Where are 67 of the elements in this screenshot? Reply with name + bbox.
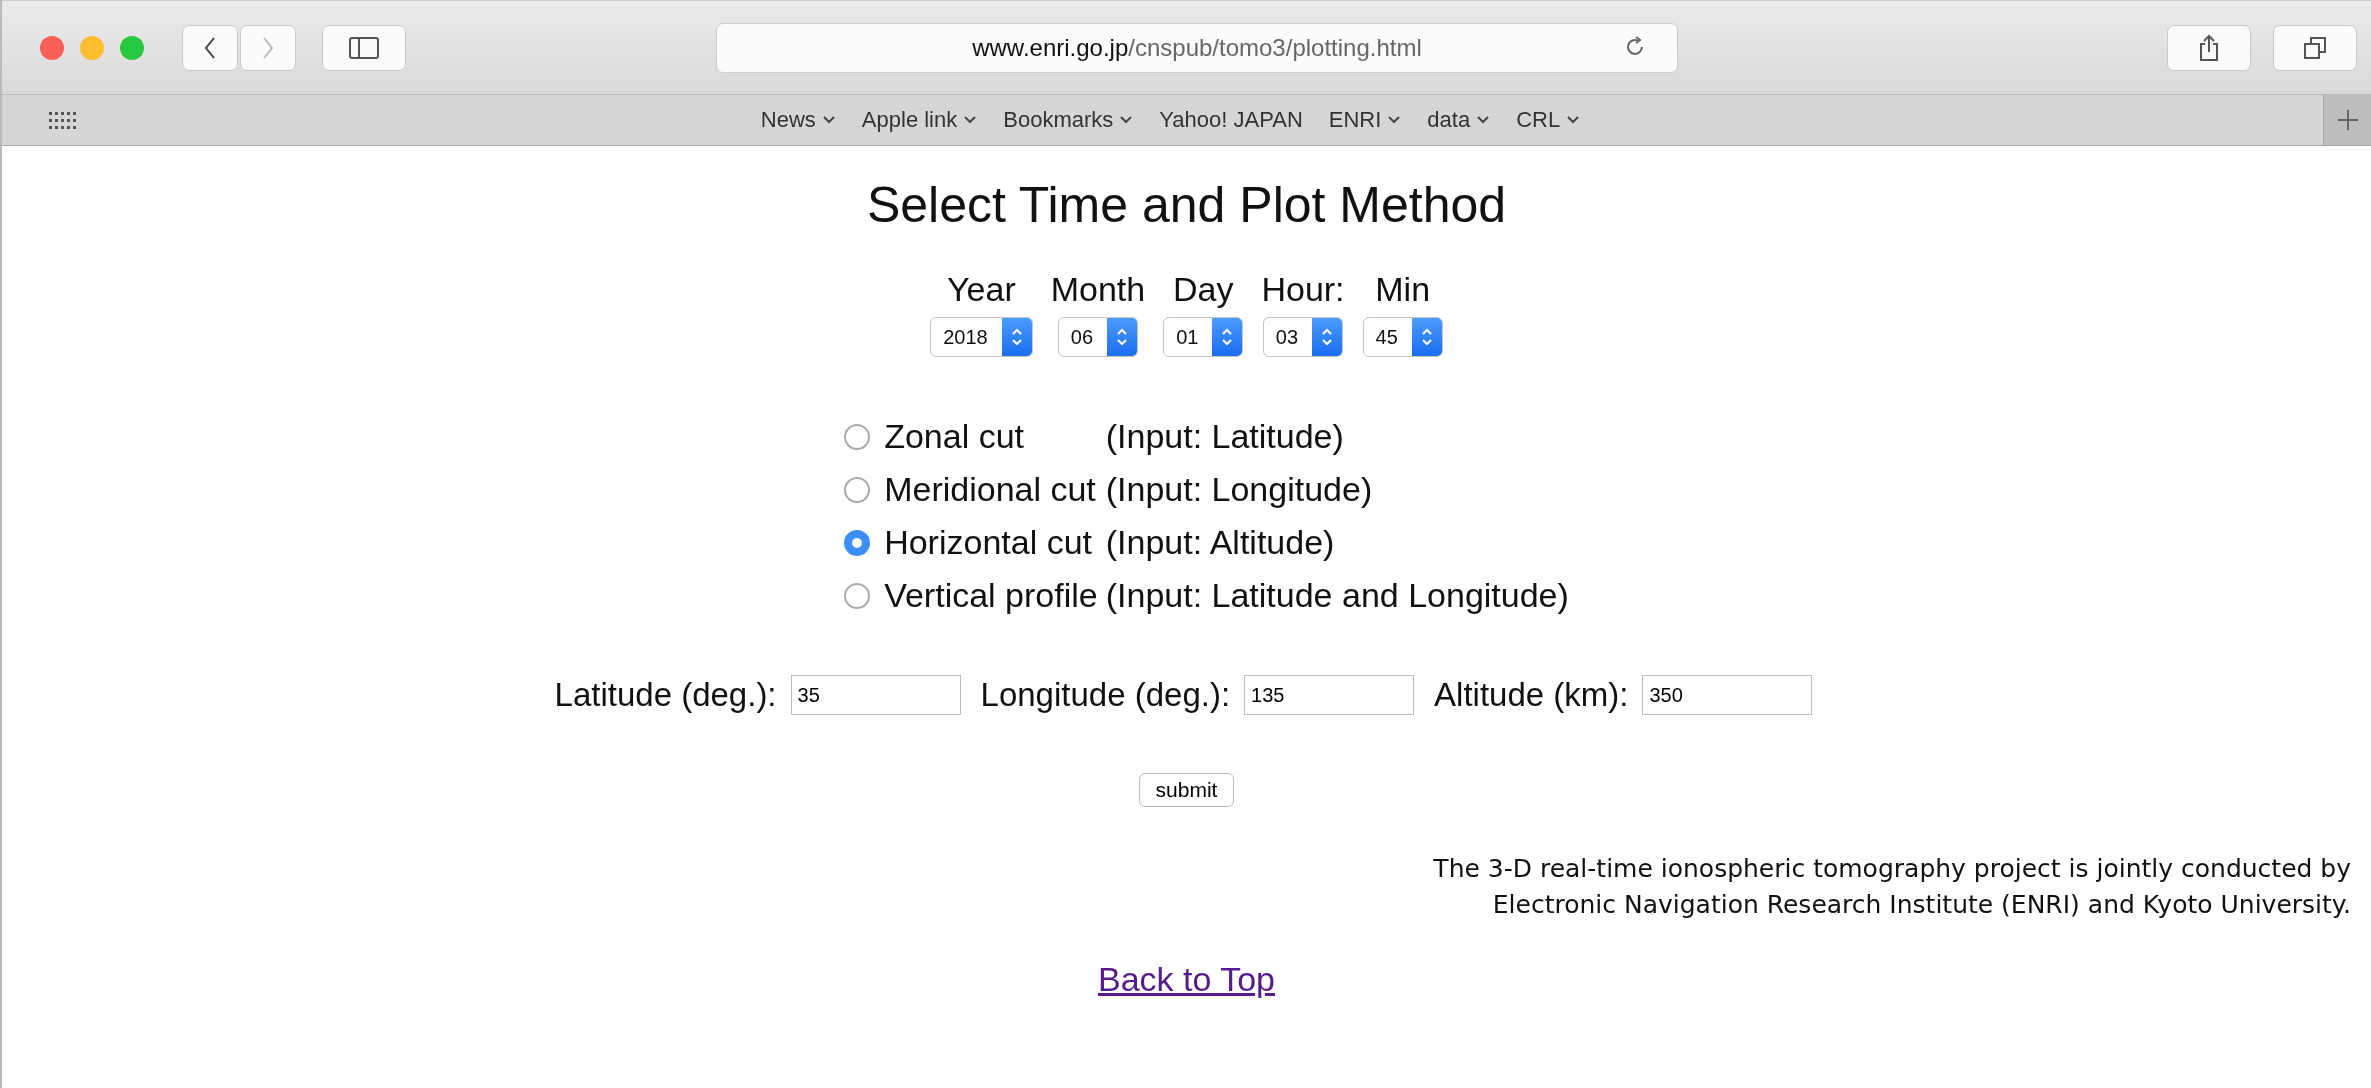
field-label: Longitude (deg.): (980, 676, 1231, 714)
chevron-down-icon (963, 115, 978, 125)
stepper-arrows-icon (1320, 326, 1335, 348)
method-note: (Input: Altitude) (1105, 523, 1336, 562)
sidebar-button[interactable] (322, 24, 406, 71)
address-field[interactable]: www.enri.go.jp/cnspub/tomo3/plotting.html (716, 22, 1678, 73)
stepper-arrows-icon (1220, 326, 1235, 348)
field-label: Latitude (deg.): (554, 676, 777, 714)
radio-button[interactable] (844, 529, 871, 556)
plus-icon (2336, 109, 2359, 131)
bookmark-item[interactable]: data (1425, 107, 1493, 133)
chevron-down-icon (1476, 115, 1491, 125)
field-label: Altitude (km): (1434, 676, 1629, 714)
dropdown[interactable]: 01 (1163, 317, 1244, 357)
radio-button[interactable] (844, 476, 871, 503)
input-field[interactable]: 35 (790, 675, 961, 715)
chevron-down-icon (1387, 115, 1402, 125)
dropdown[interactable]: 06 (1057, 317, 1139, 357)
chevron-down-icon (821, 115, 836, 125)
time-label: Year (947, 270, 1016, 309)
zoom-button[interactable] (120, 35, 144, 60)
share-button[interactable] (2167, 24, 2251, 71)
new-tab-button[interactable] (2323, 95, 2371, 145)
chevron-left-icon (203, 35, 217, 60)
back-button[interactable] (182, 24, 238, 71)
chevron-down-icon (1119, 115, 1134, 125)
submit-button[interactable]: submit (1138, 773, 1235, 807)
stepper-arrows-icon (1419, 326, 1434, 348)
chevron-down-icon (1566, 115, 1581, 125)
time-label: Day (1173, 270, 1234, 309)
share-icon (2198, 33, 2220, 62)
stepper-arrows-icon (1009, 326, 1024, 348)
radio-button[interactable] (844, 423, 871, 450)
method-label: Zonal cut (884, 417, 1025, 456)
bookmark-item[interactable]: CRL (1514, 107, 1583, 133)
back-to-top-link[interactable]: Back to Top (1097, 959, 1275, 999)
time-label: Min (1375, 270, 1431, 309)
method-note: (Input: Latitude) (1105, 417, 1345, 456)
tabs-icon (2303, 35, 2327, 60)
sidebar-icon (349, 36, 379, 59)
bookmark-item[interactable]: News (758, 107, 838, 133)
credit-text: The 3-D real-time ionospheric tomography project is jointly conducted by Electronic Navigation Research Institute (ENRI) and Kyoto University. (1433, 853, 2351, 922)
bookmark-item[interactable]: Bookmarks (1001, 107, 1136, 133)
close-button[interactable] (40, 35, 64, 60)
bookmark-item[interactable]: Yahoo! JAPAN (1157, 107, 1305, 133)
dropdown[interactable]: 45 (1362, 317, 1443, 357)
method-label: Meridional cut (884, 470, 1097, 509)
method-label: Vertical profile (884, 576, 1098, 615)
input-field[interactable]: 350 (1642, 675, 1813, 715)
time-label: Month (1050, 270, 1146, 309)
stepper-arrows-icon (1115, 326, 1130, 348)
method-label: Horizontal cut (884, 523, 1094, 562)
dropdown[interactable]: 03 (1262, 317, 1344, 357)
bookmark-item[interactable]: ENRI (1326, 107, 1404, 133)
input-field[interactable]: 135 (1244, 675, 1415, 715)
minimize-button[interactable] (80, 35, 104, 60)
time-label: Hour: (1261, 270, 1345, 309)
chevron-right-icon (261, 35, 275, 60)
bookmark-item[interactable]: Apple link (859, 107, 980, 133)
dropdown[interactable]: 2018 (930, 317, 1033, 357)
grid-icon[interactable] (48, 110, 78, 130)
tabs-button[interactable] (2273, 24, 2357, 71)
radio-button[interactable] (844, 582, 871, 609)
forward-button[interactable] (240, 24, 296, 71)
page-title: Select Time and Plot Method (866, 176, 1507, 234)
method-note: (Input: Longitude) (1105, 470, 1374, 509)
method-note: (Input: Latitude and Longitude) (1105, 576, 1569, 615)
